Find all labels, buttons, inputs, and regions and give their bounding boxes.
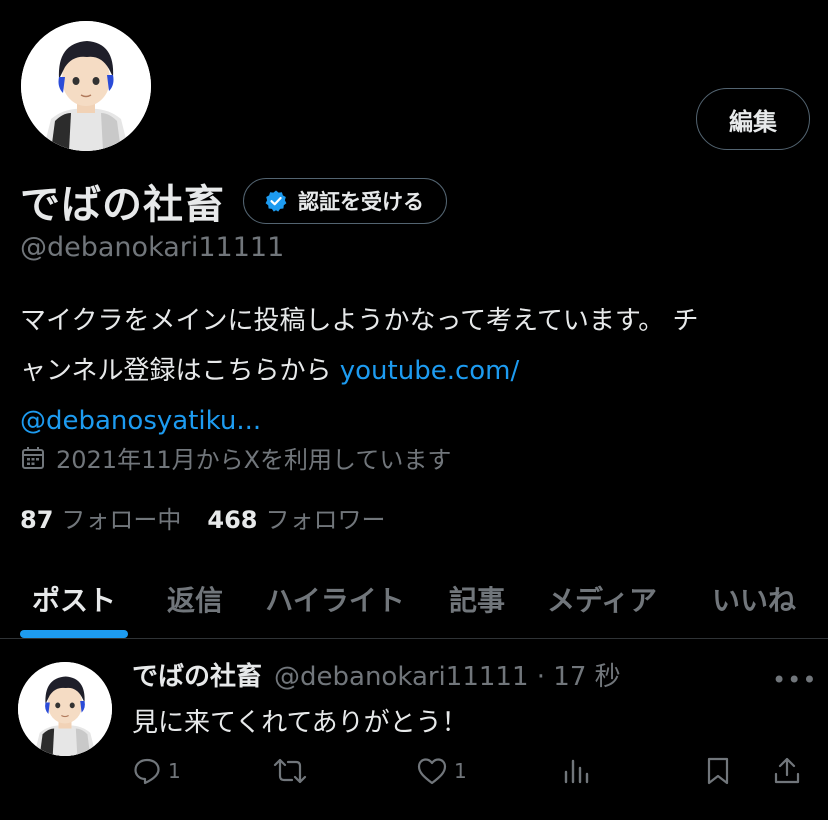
tab-articles[interactable]: 記事 [440,560,514,638]
share-button[interactable] [772,756,802,786]
tab-replies[interactable]: 返信 [158,560,232,638]
reply-icon [134,758,160,785]
calendar-icon [22,446,44,469]
repost-button[interactable] [272,756,308,786]
following-count[interactable]: 87 [20,506,53,534]
tab-posts[interactable]: ポスト [20,560,128,638]
active-tab-indicator [20,630,128,638]
bio-link-part1[interactable]: youtube.com/ [340,356,520,386]
like-button[interactable]: 1 [416,756,467,786]
post-author-name[interactable]: でばの社畜 [132,656,262,693]
bio-text-line2: ャンネル登録はこちらから [20,356,340,386]
follow-stats: 87 フォロー中 468 フォロワー [20,500,386,535]
name-row: でばの社畜 認証を受ける [20,172,447,230]
bookmark-button[interactable] [704,756,732,786]
profile-handle: @debanokari11111 [20,232,285,263]
post-handle-time: @debanokari11111 · 17 秒 [274,662,621,692]
reply-count: 1 [168,759,181,783]
bookmark-icon [707,757,729,785]
bio-text-line1: マイクラをメインに投稿しようかなって考えています。 チ [20,306,699,336]
views-button[interactable] [562,756,590,786]
share-icon [774,757,800,784]
avatar-illustration [21,21,151,151]
edit-profile-button[interactable]: 編集 [696,88,810,150]
more-icon[interactable]: ••• [772,666,817,694]
following-link[interactable]: 87 フォロー中 [20,500,181,535]
get-verified-button[interactable]: 認証を受ける [243,178,447,224]
tab-likes[interactable]: いいね [704,560,804,638]
bio-link-part2[interactable]: @debanosyatiku... [20,406,261,436]
post-header: でばの社畜 @debanokari11111 · 17 秒 [132,656,621,693]
reply-button[interactable]: 1 [132,756,181,786]
profile-tabs: ポスト 返信 ハイライト 記事 メディア いいね [0,560,828,639]
followers-label[interactable]: フォロワー [266,506,386,534]
views-icon [564,759,589,784]
display-name: でばの社畜 [20,182,225,228]
post-item[interactable]: でばの社畜 @debanokari11111 · 17 秒 ••• 見に来てくれ… [0,640,828,820]
joined-text: 2021年11月からXを利用しています [56,446,452,474]
repost-icon [273,758,307,784]
followers-link[interactable]: 468 フォロワー [207,500,385,535]
post-avatar[interactable] [18,662,112,756]
joined-date: 2021年11月からXを利用しています [20,440,451,475]
tab-highlights[interactable]: ハイライト [260,560,410,638]
tab-media[interactable]: メディア [540,560,664,638]
profile-avatar[interactable] [18,18,154,154]
like-count: 1 [454,759,467,783]
get-verified-label: 認証を受ける [298,190,424,214]
post-actions: 1 1 [132,756,812,796]
like-icon [417,758,447,785]
verified-badge-icon [265,190,287,212]
post-text: 見に来てくれてありがとう！ [132,708,468,738]
profile-bio: マイクラをメインに投稿しようかなって考えています。 チ ャンネル登録はこちらから… [20,296,810,446]
following-label[interactable]: フォロー中 [61,506,181,534]
followers-count[interactable]: 468 [207,506,257,534]
avatar-illustration [18,662,112,756]
